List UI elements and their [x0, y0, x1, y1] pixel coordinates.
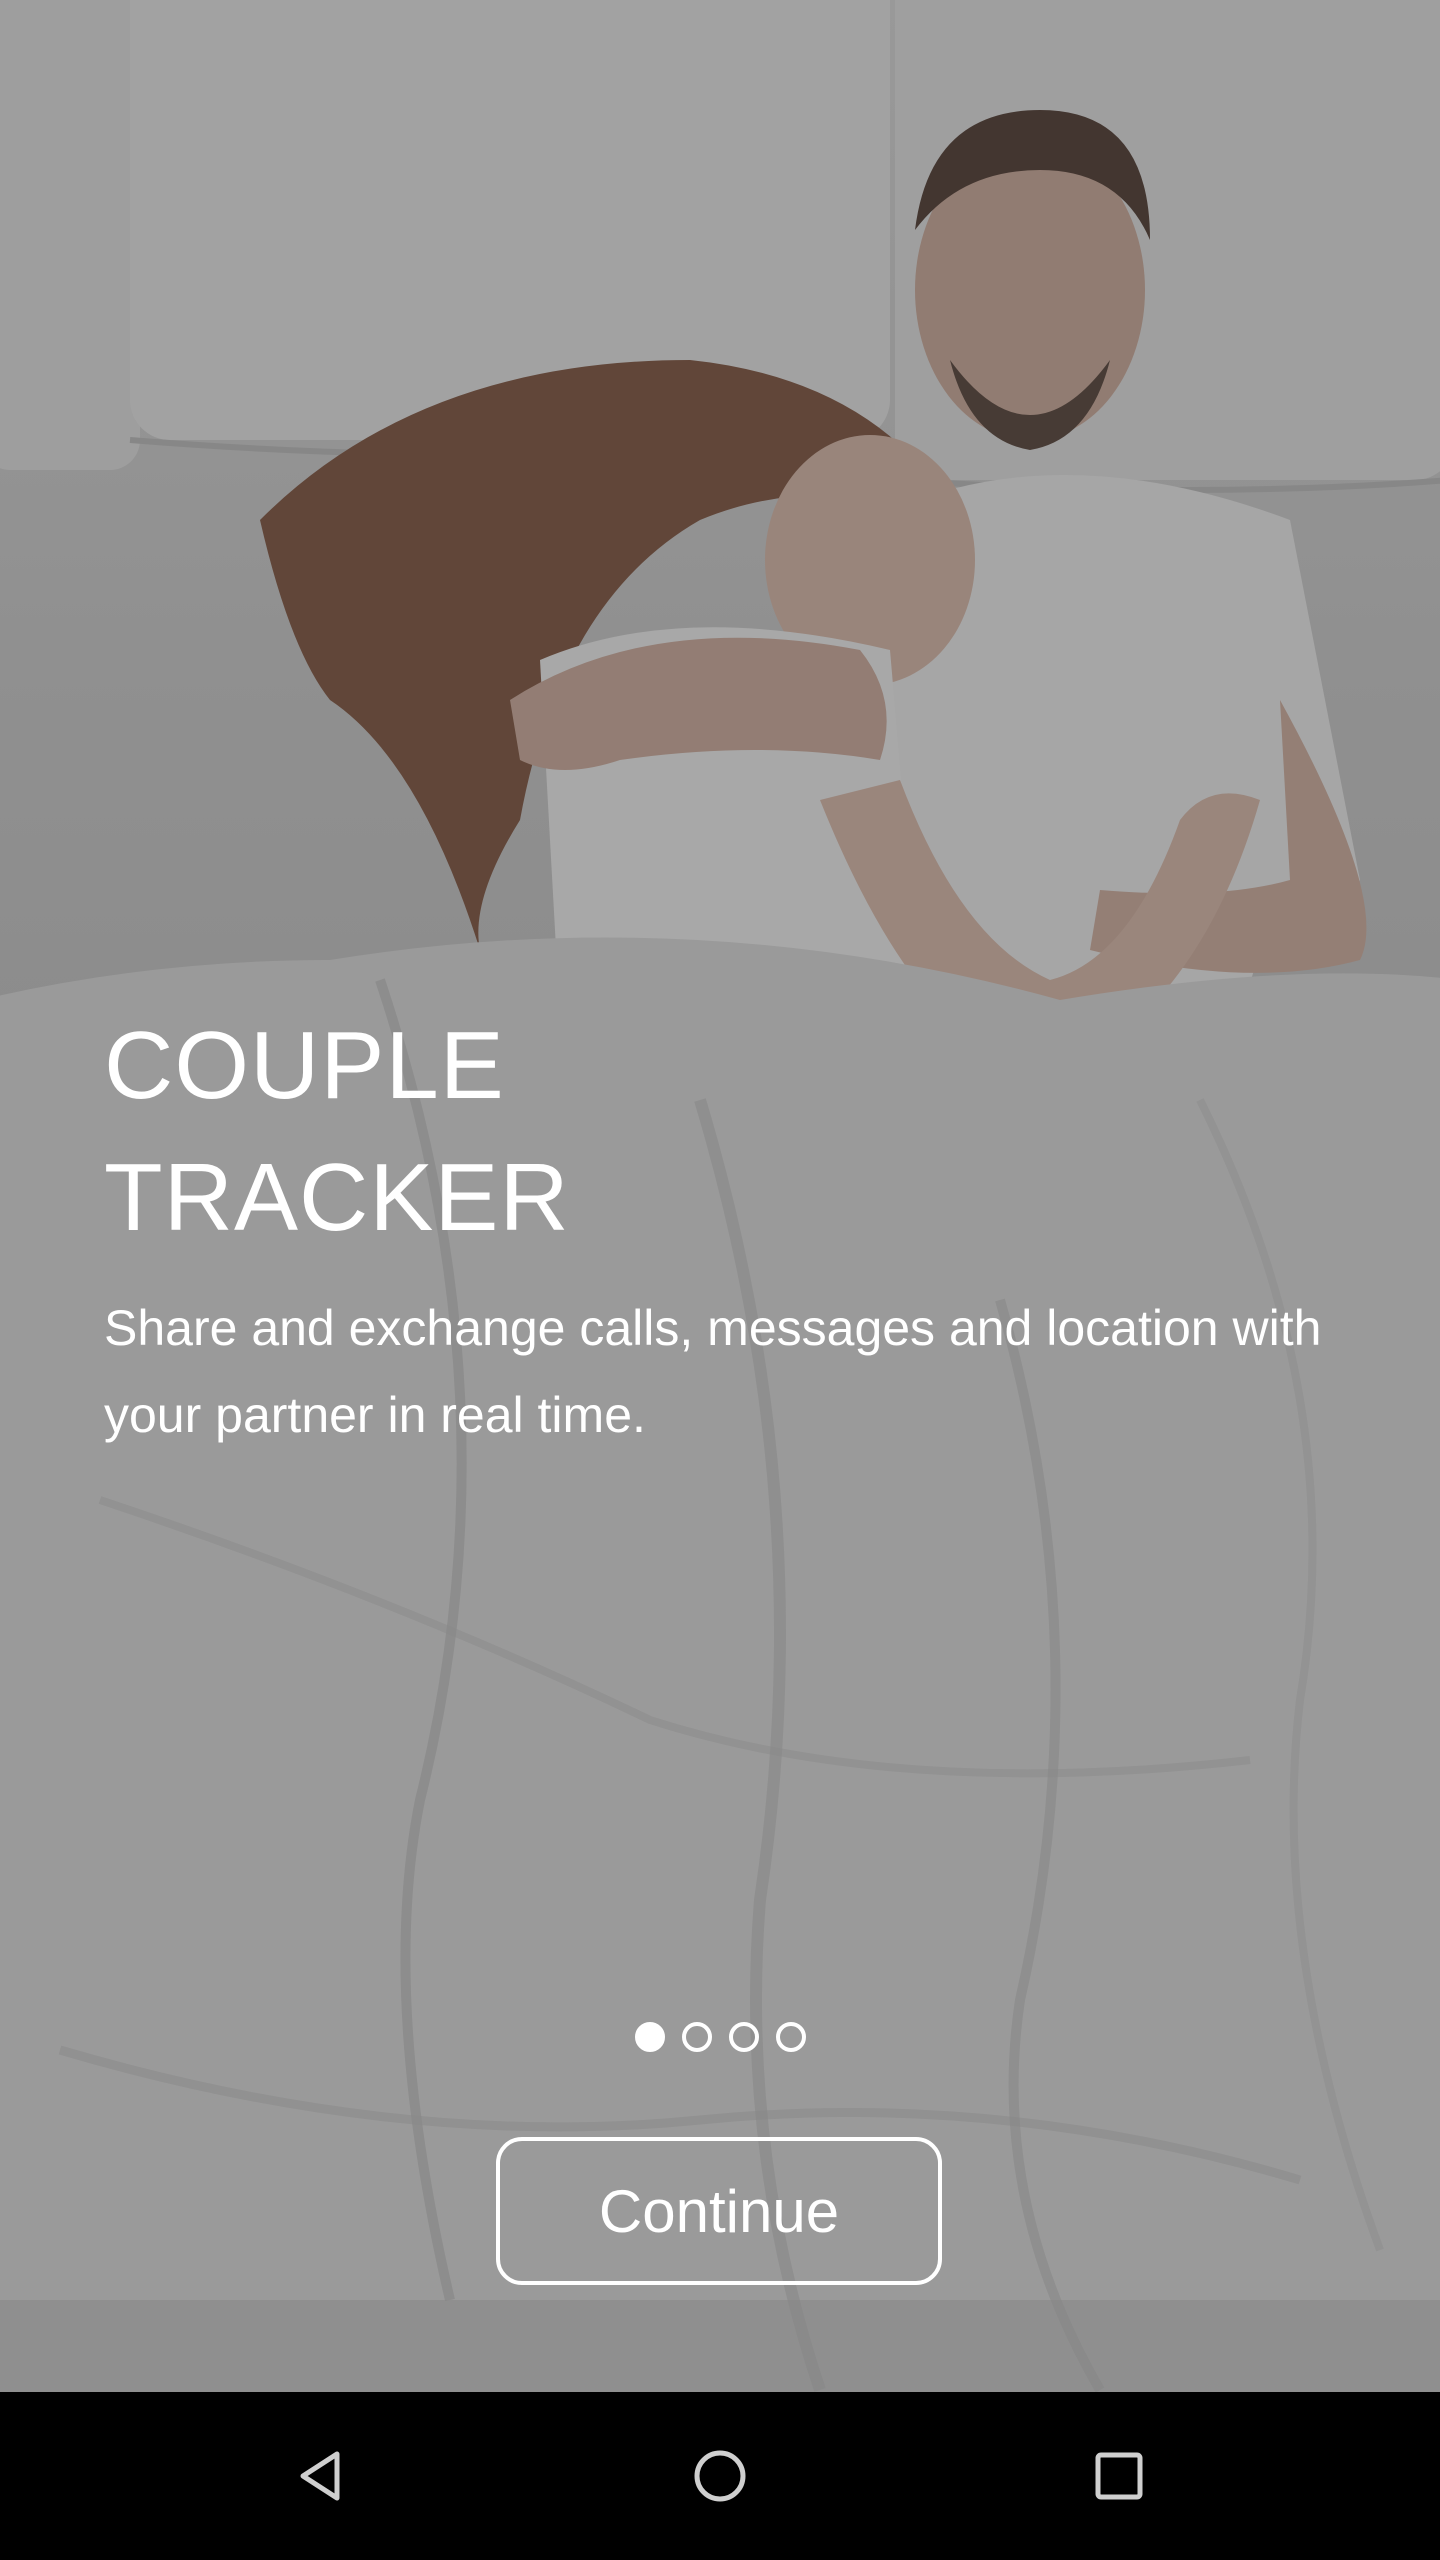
home-circle-icon — [694, 2450, 746, 2502]
system-nav-bar — [0, 2392, 1440, 2560]
page-dot-4[interactable] — [775, 2022, 806, 2052]
onboarding-title: COUPLE TRACKER — [104, 1000, 1204, 1264]
onboarding-description: Share and exchange calls, messages and l… — [104, 1300, 1322, 1443]
onboarding-screen: COUPLE TRACKER Share and exchange calls,… — [0, 0, 1440, 2560]
page-dot-2[interactable] — [681, 2022, 712, 2052]
nav-home-button[interactable] — [636, 2392, 804, 2560]
title-line-1: COUPLE — [104, 1012, 505, 1119]
nav-recents-button[interactable] — [1035, 2392, 1203, 2560]
continue-button[interactable]: Continue — [496, 2137, 942, 2285]
title-line-2: TRACKER — [104, 1144, 570, 1251]
page-dot-3[interactable] — [728, 2022, 759, 2052]
back-triangle-icon — [300, 2451, 340, 2501]
page-indicator — [0, 2022, 1440, 2052]
page-dot-1[interactable] — [634, 2022, 665, 2052]
nav-back-button[interactable] — [237, 2392, 405, 2560]
recents-square-icon — [1095, 2452, 1143, 2500]
